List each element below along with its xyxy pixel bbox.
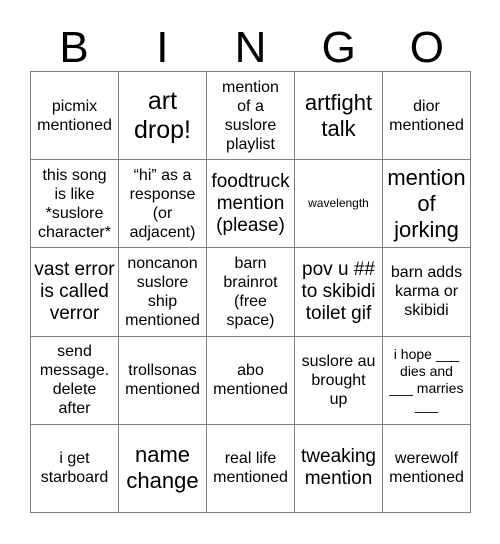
bingo-cell-b4[interactable]: send message. delete after	[31, 336, 119, 425]
bingo-cell-b1[interactable]: picmix mentioned	[31, 72, 119, 161]
bingo-cell-text: abo mentioned	[213, 362, 288, 399]
bingo-grid: picmix mentioned art drop! mention of a …	[30, 71, 471, 513]
bingo-cell-text: send message. delete after	[39, 343, 110, 418]
bingo-cell-b3[interactable]: vast error is called verror	[31, 248, 119, 337]
bingo-cell-text: noncanon suslore ship mentioned	[125, 254, 200, 329]
bingo-cell-text: mention of jorking	[387, 164, 466, 242]
bingo-cell-o4[interactable]: i hope ___ dies and ___ marries ___	[383, 336, 471, 425]
bingo-cell-g2[interactable]: wavelength	[295, 160, 383, 249]
bingo-cell-text: barn adds karma or skibidi	[390, 264, 463, 320]
bingo-cell-text: real life mentioned	[213, 450, 288, 487]
bingo-cell-text: “hi” as a response (or adjacent)	[129, 166, 196, 241]
bingo-card: B I N G O picmix mentioned art drop! men…	[0, 0, 500, 544]
bingo-cell-text: dior mentioned	[389, 97, 464, 134]
bingo-cell-text: vast error is called verror	[34, 258, 115, 324]
bingo-cell-i5[interactable]: name change	[119, 424, 207, 513]
bingo-cell-text: this song is like *suslore character*	[38, 166, 111, 241]
bingo-cell-n1[interactable]: mention of a suslore playlist	[207, 72, 295, 161]
bingo-cell-text: name change	[126, 442, 199, 494]
bingo-cell-text: foodtruck mention (please)	[211, 170, 290, 236]
bingo-cell-g1[interactable]: artfight talk	[295, 72, 383, 161]
bingo-cell-i1[interactable]: art drop!	[119, 72, 207, 161]
bingo-cell-n4[interactable]: abo mentioned	[207, 336, 295, 425]
bingo-cell-text: barn brainrot (free space)	[223, 254, 278, 329]
bingo-cell-text: art drop!	[134, 86, 191, 144]
bingo-cell-b2[interactable]: this song is like *suslore character*	[31, 160, 119, 249]
bingo-cell-o3[interactable]: barn adds karma or skibidi	[383, 248, 471, 337]
bingo-cell-n3-free-space[interactable]: barn brainrot (free space)	[207, 248, 295, 337]
bingo-cell-text: pov u ## to skibidi toilet gif	[301, 258, 376, 324]
bingo-cell-text: wavelength	[308, 196, 369, 211]
bingo-cell-b5[interactable]: i get starboard	[31, 424, 119, 513]
bingo-cell-text: trollsonas mentioned	[125, 362, 200, 399]
bingo-header-letter-g: G	[321, 23, 356, 72]
bingo-header-row: B I N G O	[30, 16, 471, 71]
bingo-cell-o5[interactable]: werewolf mentioned	[383, 424, 471, 513]
bingo-cell-g5[interactable]: tweaking mention	[295, 424, 383, 513]
bingo-header-letter-i: I	[156, 23, 169, 72]
bingo-cell-i3[interactable]: noncanon suslore ship mentioned	[119, 248, 207, 337]
bingo-cell-text: suslore au brought up	[301, 352, 376, 408]
bingo-cell-i2[interactable]: “hi” as a response (or adjacent)	[119, 160, 207, 249]
bingo-cell-text: artfight talk	[304, 89, 373, 141]
bingo-header-letter-n: N	[234, 23, 267, 72]
bingo-cell-n2[interactable]: foodtruck mention (please)	[207, 160, 295, 249]
bingo-cell-text: werewolf mentioned	[389, 450, 464, 487]
bingo-cell-text: picmix mentioned	[37, 97, 112, 134]
bingo-cell-text: mention of a suslore playlist	[222, 78, 279, 153]
bingo-cell-g4[interactable]: suslore au brought up	[295, 336, 383, 425]
bingo-cell-n5[interactable]: real life mentioned	[207, 424, 295, 513]
bingo-cell-g3[interactable]: pov u ## to skibidi toilet gif	[295, 248, 383, 337]
bingo-cell-text: tweaking mention	[301, 446, 376, 490]
bingo-header-letter-b: B	[59, 23, 89, 72]
bingo-cell-i4[interactable]: trollsonas mentioned	[119, 336, 207, 425]
bingo-cell-text: i hope ___ dies and ___ marries ___	[389, 346, 464, 414]
bingo-cell-o1[interactable]: dior mentioned	[383, 72, 471, 161]
bingo-cell-text: i get starboard	[40, 450, 109, 487]
bingo-cell-o2[interactable]: mention of jorking	[383, 160, 471, 249]
bingo-header-letter-o: O	[409, 23, 445, 72]
